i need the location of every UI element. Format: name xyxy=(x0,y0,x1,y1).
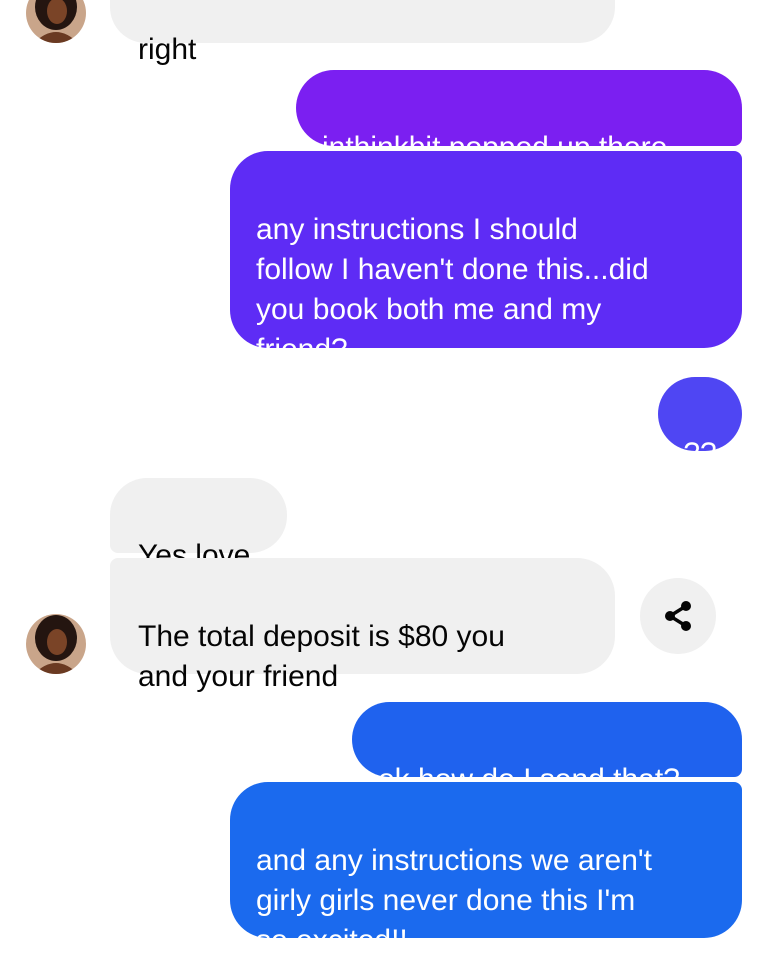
incoming-message[interactable]: The total deposit is $80 you and your fr… xyxy=(110,558,615,693)
contact-avatar[interactable] xyxy=(26,0,86,43)
outgoing-message[interactable]: ?? xyxy=(658,377,742,470)
message-text: The total deposit is $80 you and your fr… xyxy=(138,620,505,693)
outgoing-message[interactable]: inthinkbit popped up there xyxy=(296,70,742,164)
outgoing-message[interactable]: and any instructions we aren't girly gir… xyxy=(230,782,742,957)
incoming-message[interactable]: right xyxy=(110,0,615,66)
outgoing-message[interactable]: any instructions I should follow I haven… xyxy=(230,151,742,366)
avatar-photo-icon xyxy=(26,614,86,674)
share-button[interactable] xyxy=(640,578,716,654)
contact-avatar[interactable] xyxy=(26,614,86,674)
message-text: right xyxy=(138,33,197,66)
message-text: ?? xyxy=(683,437,717,470)
incoming-message[interactable]: Yes love xyxy=(110,478,287,572)
message-text: and any instructions we aren't girly gir… xyxy=(256,844,652,957)
message-thread: right inthinkbit popped up there any ins… xyxy=(0,0,768,960)
avatar-photo-icon xyxy=(26,0,86,43)
share-icon xyxy=(665,601,691,631)
outgoing-message[interactable]: ok how do I send that? xyxy=(352,702,742,796)
message-text: any instructions I should follow I haven… xyxy=(256,213,649,366)
